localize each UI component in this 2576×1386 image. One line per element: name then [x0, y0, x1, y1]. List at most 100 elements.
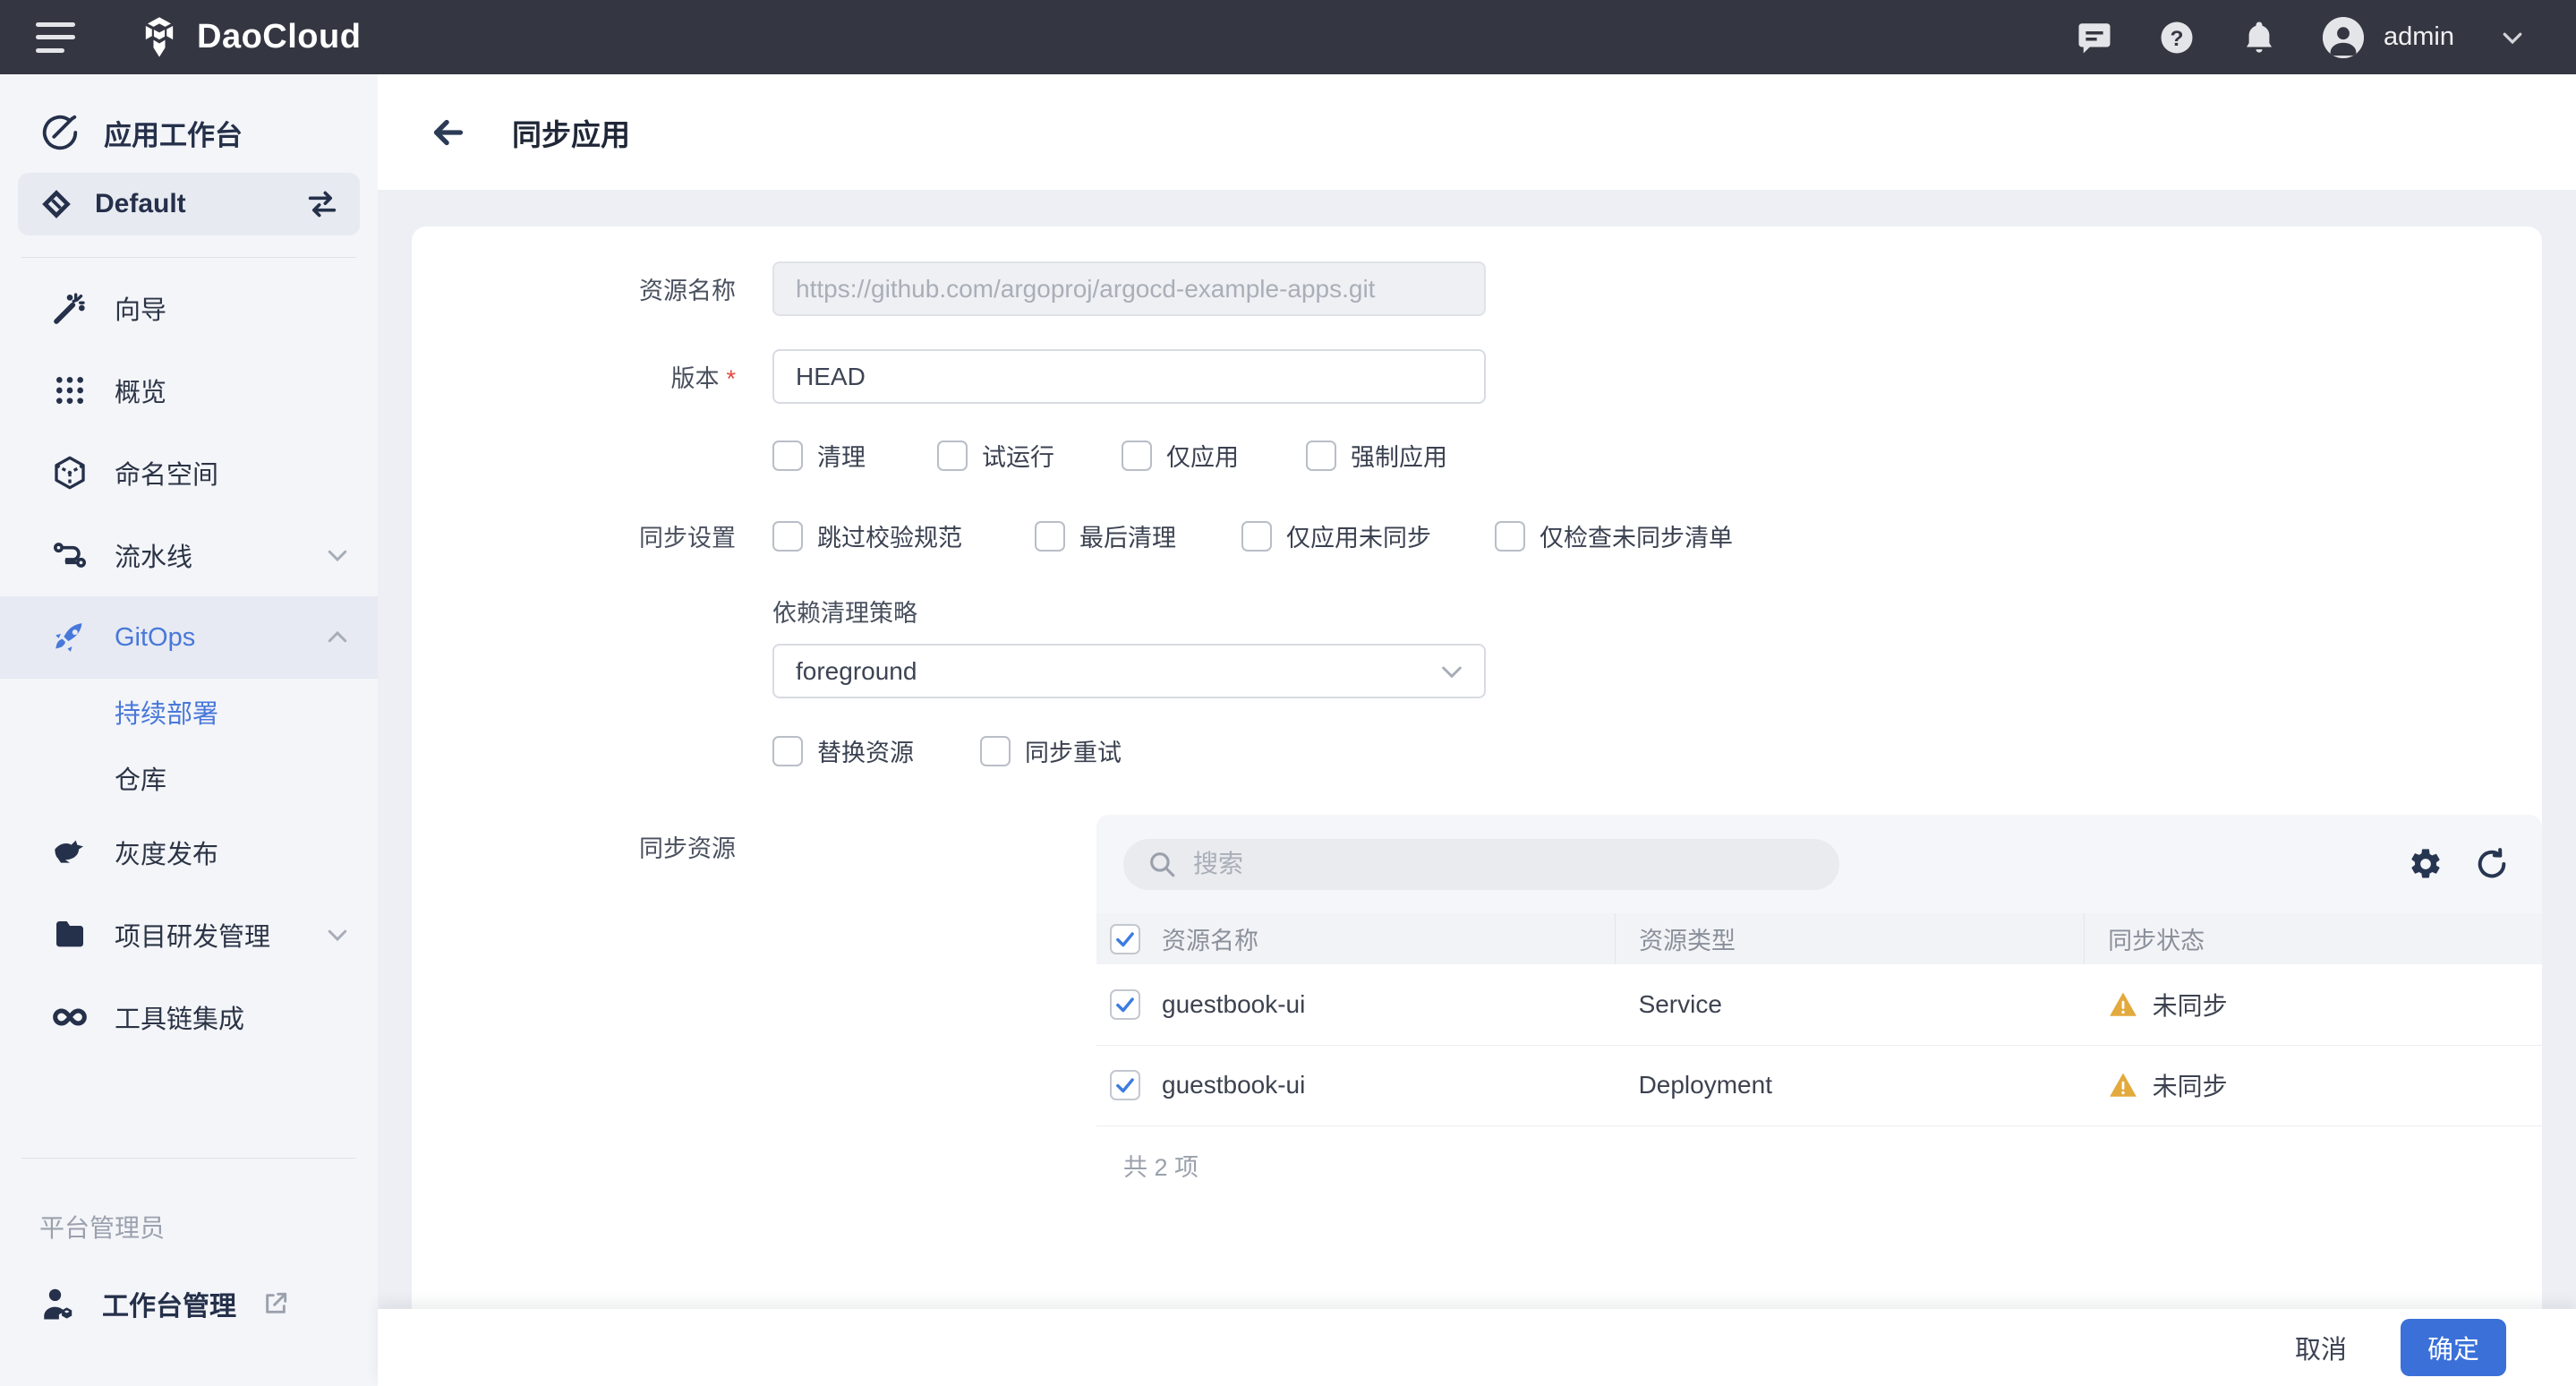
back-arrow-icon[interactable]: [428, 112, 469, 153]
select-chevron-down-icon: [1437, 657, 1466, 686]
sync-settings-label: 同步设置: [412, 518, 736, 553]
row-checkbox[interactable]: [1110, 989, 1140, 1020]
sync-retry-checkbox[interactable]: 同步重试: [980, 733, 1122, 768]
sidebar-item-namespaces[interactable]: 命名空间: [0, 432, 378, 514]
column-header-type: 资源类型: [1616, 913, 2085, 964]
row-checkbox[interactable]: [1110, 1070, 1140, 1100]
resource-name: guestbook-ui: [1162, 990, 1305, 1019]
status-badge: 未同步: [2108, 1067, 2542, 1103]
table-header-row: 资源名称 资源类型 同步状态: [1096, 913, 2542, 964]
sidebar-item-overview[interactable]: 概览: [0, 349, 378, 432]
prune-policy-value: foreground: [796, 657, 917, 686]
role-section-label: 平台管理员: [0, 1168, 378, 1245]
apply-out-of-sync-checkbox[interactable]: 仅应用未同步: [1241, 518, 1495, 553]
topbar: DaoCloud ? admin: [0, 0, 2576, 74]
workspace-selector[interactable]: Default: [18, 173, 360, 235]
sidebar: 应用工作台 Default 向导 概览: [0, 74, 378, 1386]
settings-gear-icon[interactable]: [2408, 846, 2444, 882]
resource-name-label: 资源名称: [412, 271, 736, 306]
sidebar-item-project-mgmt[interactable]: 项目研发管理: [0, 894, 378, 976]
sidebar-item-workbench-admin[interactable]: 工作台管理: [0, 1245, 378, 1323]
prune-checkbox[interactable]: 清理: [772, 438, 937, 473]
sidebar-bottom-divider: [21, 1158, 356, 1159]
help-icon[interactable]: ?: [2158, 19, 2196, 56]
sidebar-item-repository[interactable]: 仓库: [0, 745, 378, 811]
sidebar-item-continuous-deploy[interactable]: 持续部署: [0, 679, 378, 745]
resources-table: 资源名称 资源类型 同步状态: [1096, 913, 2542, 1126]
admin-user-icon: [39, 1285, 77, 1322]
workspace-icon: [39, 187, 73, 221]
sync-resources-label: 同步资源: [412, 815, 736, 864]
warning-icon: [2108, 1070, 2138, 1100]
daocloud-logo-icon: [136, 14, 183, 61]
prune-last-checkbox[interactable]: 最后清理: [1035, 518, 1241, 553]
workbench-icon: [39, 112, 81, 153]
sync-settings-row: 同步设置 跳过校验规范 最后清理 仅应用未同步 仅检查未同步清单: [412, 518, 2542, 553]
rocket-icon: [52, 620, 88, 655]
apply-only-checkbox[interactable]: 仅应用: [1122, 438, 1306, 473]
user-chevron-down-icon[interactable]: [2499, 24, 2526, 51]
resource-type: Deployment: [1616, 1045, 2085, 1125]
replace-resource-checkbox[interactable]: 替换资源: [772, 733, 980, 768]
bird-icon: [52, 834, 88, 870]
resource-type: Service: [1616, 964, 2085, 1045]
search-input[interactable]: [1193, 850, 1766, 878]
user-name[interactable]: admin: [2384, 22, 2454, 52]
menu-toggle-icon[interactable]: [36, 22, 75, 53]
revision-input[interactable]: [772, 349, 1486, 404]
table-total-count: 共 2 项: [1096, 1126, 2542, 1210]
brand: DaoCloud: [136, 14, 361, 61]
workspace-name: Default: [95, 189, 186, 219]
sidebar-item-gray-release[interactable]: 灰度发布: [0, 811, 378, 894]
cube-icon: [52, 455, 88, 491]
column-header-name: 资源名称: [1162, 921, 1258, 956]
folder-icon: [52, 917, 88, 953]
required-asterisk: *: [726, 365, 736, 392]
resources-toolbar: [1096, 815, 2542, 913]
search-box[interactable]: [1123, 839, 1839, 890]
main-area: 同步应用 资源名称 版本* 清理 试运行: [378, 74, 2576, 1386]
warning-icon: [2108, 989, 2138, 1020]
sidebar-item-toolchain[interactable]: 工具链集成: [0, 976, 378, 1058]
switch-workspace-icon[interactable]: [304, 186, 340, 222]
sync-resources-row: 同步资源: [412, 815, 2542, 1210]
table-row[interactable]: guestbook-ui Deployment 未同步: [1096, 1045, 2542, 1125]
brand-name: DaoCloud: [197, 18, 361, 56]
column-header-status: 同步状态: [2085, 913, 2542, 964]
workbench-admin-label: 工作台管理: [102, 1284, 236, 1323]
chevron-down-icon: [324, 921, 351, 948]
page-titlebar: 同步应用: [378, 74, 2576, 190]
sidebar-item-wizard[interactable]: 向导: [0, 267, 378, 349]
search-icon: [1147, 849, 1177, 879]
prune-policy-select[interactable]: foreground: [772, 644, 1486, 698]
force-apply-checkbox[interactable]: 强制应用: [1306, 438, 1447, 473]
workbench-header: 应用工作台: [0, 74, 378, 153]
user-menu[interactable]: [2323, 17, 2364, 58]
options-row-1: 清理 试运行 仅应用 强制应用: [412, 438, 2542, 473]
resource-name: guestbook-ui: [1162, 1071, 1305, 1099]
infinity-icon: [52, 999, 88, 1035]
resource-name-row: 资源名称: [412, 261, 2542, 316]
resource-name-input: [772, 261, 1486, 316]
confirm-button[interactable]: 确定: [2401, 1319, 2506, 1376]
sidebar-divider: [21, 257, 356, 258]
messages-icon[interactable]: [2076, 19, 2113, 56]
cancel-button[interactable]: 取消: [2295, 1329, 2347, 1366]
resources-panel: 资源名称 资源类型 同步状态: [1096, 815, 2542, 1210]
select-all-checkbox[interactable]: [1110, 924, 1140, 954]
dry-run-checkbox[interactable]: 试运行: [937, 438, 1122, 473]
check-manifest-checkbox[interactable]: 仅检查未同步清单: [1495, 518, 1733, 553]
status-badge: 未同步: [2108, 987, 2542, 1022]
workbench-title: 应用工作台: [104, 113, 243, 153]
wand-icon: [52, 290, 88, 326]
notifications-icon[interactable]: [2240, 19, 2278, 56]
chevron-down-icon: [324, 542, 351, 569]
sidebar-item-gitops[interactable]: GitOps: [0, 596, 378, 679]
page-title: 同步应用: [512, 111, 630, 154]
sidebar-item-pipelines[interactable]: 流水线: [0, 514, 378, 596]
skip-schema-checkbox[interactable]: 跳过校验规范: [772, 518, 1035, 553]
content-background: 资源名称 版本* 清理 试运行 仅应用: [378, 190, 2576, 1309]
pipeline-icon: [52, 537, 88, 573]
table-row[interactable]: guestbook-ui Service 未同步: [1096, 964, 2542, 1045]
refresh-icon[interactable]: [2474, 846, 2510, 882]
